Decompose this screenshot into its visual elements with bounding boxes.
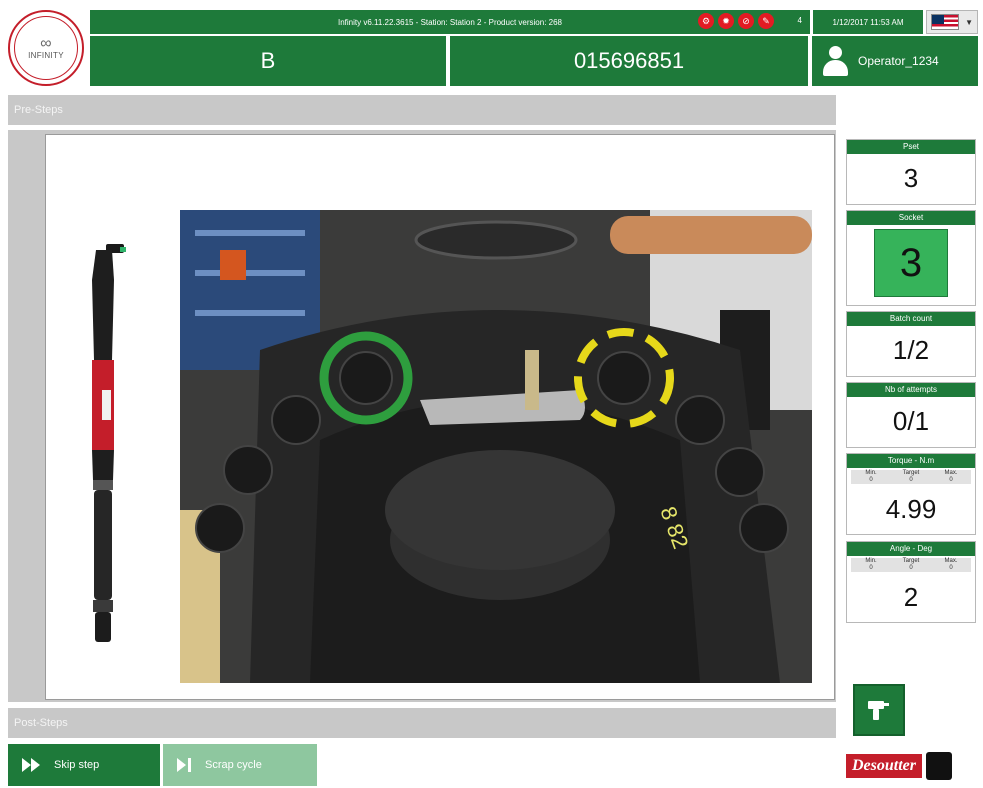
status-text: Infinity v6.11.22.3615 - Station: Statio… (338, 17, 562, 27)
angle-target-label: Target (902, 558, 920, 564)
brand-name: Desoutter (846, 754, 922, 778)
desoutter-logo: Desoutter (846, 750, 978, 782)
batch-count-value: 1/2 (892, 335, 930, 365)
us-flag-icon (931, 14, 959, 30)
operator-panel[interactable]: Operator_1234 (812, 36, 978, 86)
infinity-app: ∞ INFINITY Infinity v6.11.22.3615 - Stat… (0, 0, 983, 788)
angle-label: Angle - Deg (847, 542, 975, 556)
serial-number-value: 015696851 (573, 48, 685, 73)
angle-max-value: 0 (949, 565, 953, 571)
torque-limits: Min. 0 Target 0 Max. 0 (851, 470, 971, 484)
serial-number-field: 015696851 (450, 36, 808, 86)
angle-widget: Angle - Deg Min. 0 Target 0 Max. 0 2 (846, 541, 976, 623)
logo-text: INFINITY (28, 50, 64, 60)
engine-photo: 8 82 (180, 210, 812, 683)
torque-widget: Torque - N.m Min. 0 Target 0 Max. 0 4.99 (846, 453, 976, 535)
angle-max-label: Max. (944, 558, 958, 564)
status-bar: Infinity v6.11.22.3615 - Station: Statio… (90, 10, 810, 34)
language-select[interactable]: ▼ (926, 10, 978, 34)
blocked-alert-icon[interactable]: ⊘ (738, 13, 754, 29)
angle-min: Min. 0 (851, 558, 891, 572)
angle-target: Target 0 (891, 558, 931, 572)
angle-value: 2 (903, 582, 919, 612)
angle-max: Max. 0 (931, 558, 971, 572)
torque-target-value: 0 (909, 477, 913, 483)
angle-min-value: 0 (869, 565, 873, 571)
angle-min-label: Min. (865, 558, 877, 564)
chevron-down-icon: ▼ (965, 17, 973, 27)
user-icon (822, 46, 848, 76)
alert-count: 4 (797, 16, 802, 25)
pset-label: Pset (847, 140, 975, 154)
angle-target-value: 0 (909, 565, 913, 571)
attempts-label: Nb of attempts (847, 383, 975, 397)
attempts-widget: Nb of attempts 0/1 (846, 382, 976, 448)
socket-value: 3 (899, 240, 923, 285)
tool-alert-icon[interactable]: ✎ (758, 13, 774, 29)
torque-max-label: Max. (944, 470, 958, 476)
datetime-display: 1/12/2017 11:53 AM (813, 10, 923, 34)
torque-max-value: 0 (949, 477, 953, 483)
datetime-text: 1/12/2017 11:53 AM (832, 17, 904, 27)
torque-label: Torque - N.m (847, 454, 975, 468)
angle-limits: Min. 0 Target 0 Max. 0 (851, 558, 971, 572)
logo-ring: ∞ INFINITY (14, 16, 78, 80)
socket-indicator: 3 (874, 229, 948, 297)
torque-min: Min. 0 (851, 470, 891, 484)
skip-step-label: Skip step (54, 759, 100, 771)
operator-name: Operator_1234 (858, 54, 939, 68)
post-steps-label: Post-Steps (14, 717, 68, 729)
torque-value: 4.99 (885, 494, 937, 524)
horse-logo-icon (926, 752, 952, 780)
socket-widget: Socket 3 (846, 210, 976, 306)
batch-count-label: Batch count (847, 312, 975, 326)
attempts-value: 0/1 (892, 406, 930, 436)
pre-steps-bar: Pre-Steps (8, 95, 836, 125)
infinity-logo: ∞ INFINITY (8, 10, 84, 86)
alert-icons[interactable]: ⚙ ✹ ⊘ ✎ (698, 13, 774, 29)
post-steps-bar: Post-Steps (8, 708, 836, 738)
torque-min-label: Min. (865, 470, 877, 476)
nutrunner-tool-image (92, 244, 126, 642)
torque-max: Max. 0 (931, 470, 971, 484)
network-alert-icon[interactable]: ✹ (718, 13, 734, 29)
scrap-cycle-label: Scrap cycle (205, 759, 262, 771)
torque-min-value: 0 (869, 477, 873, 483)
scrap-icon (177, 758, 191, 772)
product-field-a: B (90, 36, 446, 86)
pset-value: 3 (903, 163, 919, 193)
socket-label: Socket (847, 211, 975, 225)
controller-alert-icon[interactable]: ⚙ (698, 13, 714, 29)
infinity-symbol-icon: ∞ (40, 34, 52, 52)
pre-steps-label: Pre-Steps (14, 104, 63, 116)
batch-count-widget: Batch count 1/2 (846, 311, 976, 377)
skip-step-button[interactable]: Skip step (8, 744, 160, 786)
tool-button[interactable] (853, 684, 905, 736)
tool-icon (868, 701, 889, 720)
torque-target-label: Target (902, 470, 920, 476)
product-field-a-value: B (260, 48, 276, 73)
torque-target: Target 0 (891, 470, 931, 484)
skip-icon (22, 758, 40, 772)
scrap-cycle-button[interactable]: Scrap cycle (163, 744, 317, 786)
pset-widget: Pset 3 (846, 139, 976, 205)
